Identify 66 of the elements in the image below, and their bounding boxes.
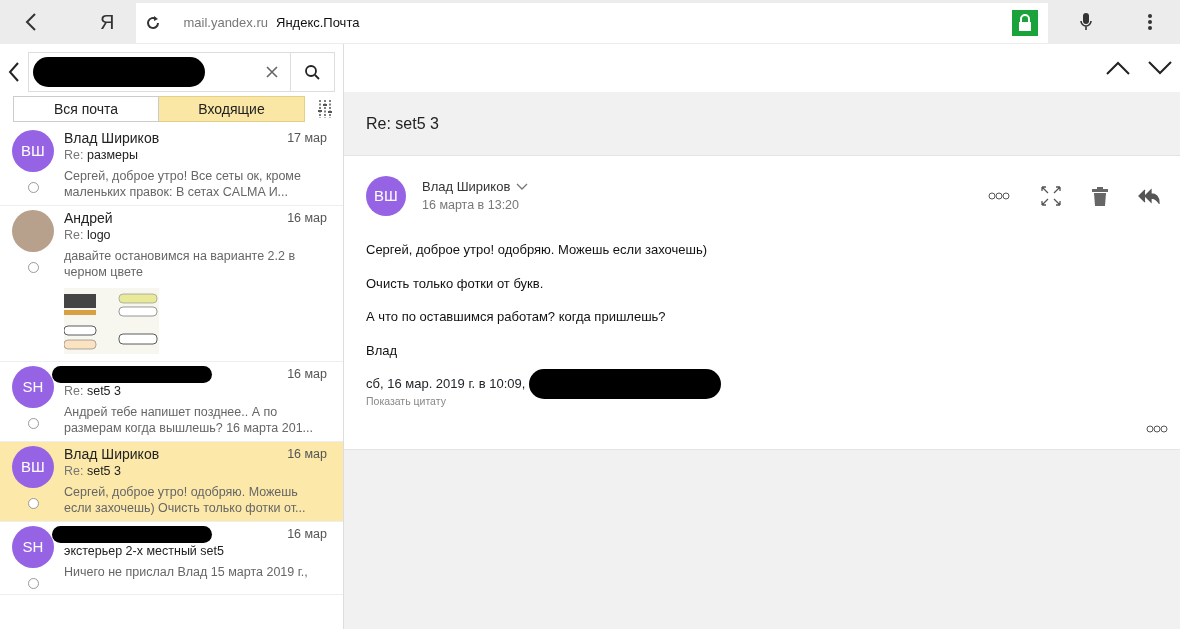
read-indicator[interactable]: [27, 182, 39, 193]
message-date: 16 мар: [287, 210, 327, 227]
avatar-photo-placeholder: [12, 210, 54, 252]
quote-header: сб, 16 мар. 2019 г. в 10:09,: [366, 375, 526, 393]
message-item[interactable]: ВШ Влад Шириков 17 мар Re: размеры Сергей, доброе утро! Все сеты ок, кроме маленьких правок: В сетах CALMA И...: [0, 126, 343, 206]
message-item[interactable]: SH 16 мар экстерьер 2-х местный set5 Ничего не прислал Влад 15 марта 2019 г.,: [0, 522, 343, 595]
address-bar[interactable]: mail.yandex.ru Яндекс.Почта: [136, 3, 1049, 43]
folder-tab[interactable]: Вся почта: [13, 96, 159, 122]
show-quote-link[interactable]: Показать цитату: [366, 393, 1168, 410]
folder-tab[interactable]: Входящие: [159, 96, 305, 122]
message-item[interactable]: Андрей 16 мар Re: logo давайте остановимся на варианте 2.2 в черном цвете: [0, 206, 343, 362]
reload-icon[interactable]: [145, 15, 162, 31]
browser-logo[interactable]: Я: [100, 7, 115, 37]
back-icon[interactable]: [25, 12, 37, 32]
message-preview: Сергей, доброе утро! одобряю. Можешь если захочешь) Очисть только фотки от...: [64, 484, 307, 516]
message-item[interactable]: SH 16 мар Re: set5 3 Андрей тебе напишет позднее.. А по размерам когда вышлешь? 16 марта 201...: [0, 362, 343, 442]
more-icon[interactable]: [1146, 425, 1168, 434]
read-indicator[interactable]: [27, 418, 39, 429]
message-subject: Re: logo: [64, 227, 112, 244]
back-icon[interactable]: [8, 61, 20, 83]
message-paragraph: Влад: [366, 341, 399, 360]
message-paragraph: Сергей, доброе утро! одобряю. Можешь если захочешь): [366, 241, 709, 259]
read-indicator[interactable]: [27, 498, 39, 509]
search-button[interactable]: [291, 52, 335, 92]
more-icon[interactable]: [988, 192, 1010, 200]
message-preview: давайте остановимся на варианте 2.2 в черном цвете: [64, 248, 297, 280]
reply-all-icon[interactable]: [1138, 188, 1160, 204]
trash-icon[interactable]: [1092, 186, 1108, 206]
message-paragraph: А что по оставшимся работам? когда пришлешь?: [366, 308, 667, 326]
message-preview: Сергей, доброе утро! Все сеты ок, кроме маленьких правок: В сетах CALMA И...: [64, 168, 302, 200]
chevron-up-icon[interactable]: [1106, 61, 1130, 75]
url-text: mail.yandex.ru: [183, 14, 268, 33]
avatar: ВШ: [366, 176, 406, 216]
close-icon[interactable]: [266, 66, 278, 78]
message-subject: Re: set5 3: [64, 463, 122, 480]
message-subject: экстерьер 2-х местный set5: [64, 543, 225, 560]
message-item[interactable]: ВШ Влад Шириков 16 мар Re: set5 3 Сергей, доброе утро! одобряю. Можешь если захочешь) Очисть только фотки от...: [0, 442, 343, 522]
message-date: 16 мар: [287, 366, 327, 383]
search-icon: [305, 64, 320, 80]
message-preview: Ничего не прислал Влад 15 марта 2019 г.,: [64, 564, 309, 580]
sender-name: Влад Шириков: [64, 130, 160, 147]
message-date: 16 мар: [287, 446, 327, 463]
sender-name: Влад Шириков: [422, 177, 511, 196]
microphone-icon[interactable]: [1080, 13, 1093, 31]
message-date: 17 мар: [287, 130, 327, 147]
avatar: SH: [12, 366, 54, 408]
filter-icon[interactable]: [317, 99, 333, 119]
message-title: Re: set5 3: [365, 113, 440, 134]
read-indicator[interactable]: [27, 578, 39, 589]
chevron-down-icon[interactable]: [1148, 61, 1172, 75]
message-subject: Re: размеры: [64, 147, 139, 164]
page-title: Яндекс.Почта: [276, 14, 360, 33]
message-paragraph: Очисть только фотки от букв.: [366, 274, 545, 293]
search-field[interactable]: [28, 52, 291, 92]
avatar: SH: [12, 526, 54, 568]
read-indicator[interactable]: [27, 262, 39, 273]
message-preview: Андрей тебе напишет позднее.. А по размерам когда вышлешь? 16 марта 201...: [64, 404, 315, 436]
sender-name: Андрей: [64, 210, 113, 227]
avatar: ВШ: [12, 446, 54, 488]
sender-name: Влад Шириков: [64, 446, 160, 463]
avatar: ВШ: [12, 130, 54, 172]
message-date: 16 марта в 13:20: [422, 197, 520, 215]
message-date: 16 мар: [287, 526, 327, 543]
message-subject: Re: set5 3: [64, 383, 122, 400]
menu-icon[interactable]: [1148, 14, 1153, 30]
expand-icon[interactable]: [1040, 185, 1062, 207]
